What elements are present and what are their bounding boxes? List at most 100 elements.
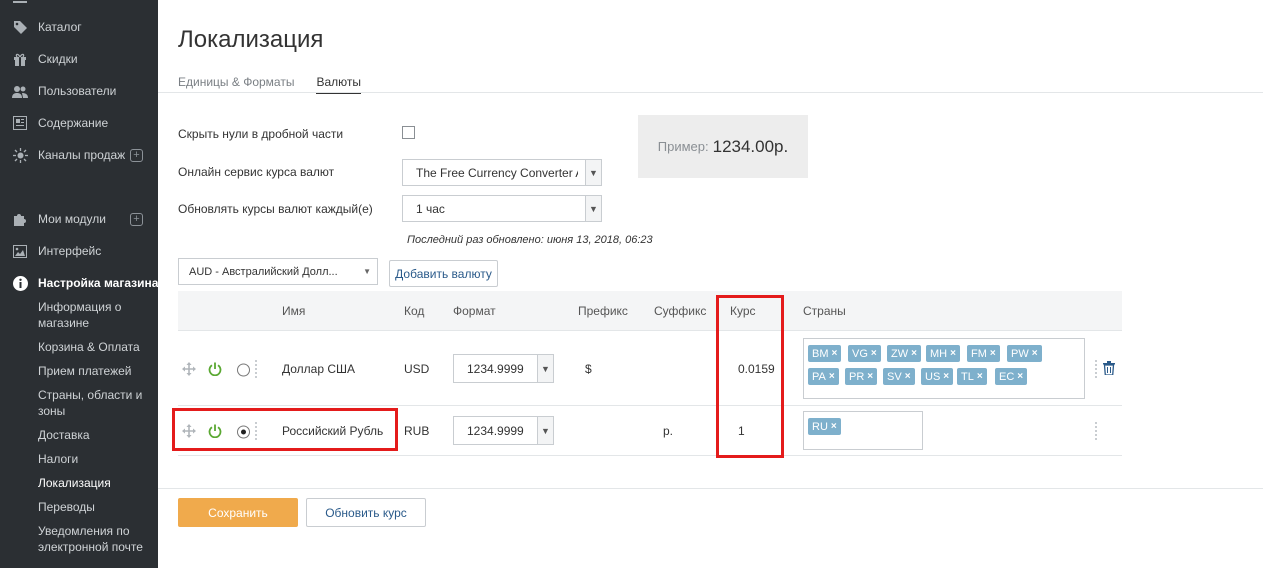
drag-handle-icon[interactable] <box>182 362 196 376</box>
sidebar-subitem-taxes[interactable]: Налоги <box>38 451 150 467</box>
remove-tag-icon: × <box>976 371 983 382</box>
sidebar-item-content[interactable]: Содержание <box>12 113 108 133</box>
remove-tag-icon: × <box>904 371 911 382</box>
format-select[interactable]: 1234.9999 ▼ <box>453 416 554 445</box>
sidebar-item-catalog[interactable]: Каталог <box>12 17 82 37</box>
remove-tag-icon: × <box>911 348 917 359</box>
hide-zeros-checkbox[interactable] <box>402 126 415 139</box>
country-tag[interactable]: TL × <box>957 368 987 385</box>
column-header-countries: Страны <box>803 304 846 318</box>
default-currency-radio[interactable] <box>237 425 250 439</box>
countries-input[interactable]: RU × <box>803 411 923 450</box>
remove-tag-icon: × <box>867 371 874 382</box>
country-tag[interactable]: BM × <box>808 345 842 362</box>
remove-tag-icon: × <box>1017 371 1024 382</box>
sidebar-item-sales-channels[interactable]: Каналы продаж + <box>12 145 143 165</box>
sidebar-subitem-email-notifications[interactable]: Уведомления по электронной почте <box>38 523 150 555</box>
add-module-plus-icon[interactable]: + <box>130 212 143 226</box>
currency-table-header <box>178 291 1122 331</box>
remove-tag-icon: × <box>831 348 838 359</box>
sidebar-item-label: Пользователи <box>38 84 117 98</box>
sidebar-item-users[interactable]: Пользователи <box>12 81 116 101</box>
currency-prefix[interactable]: $ <box>585 362 592 376</box>
main-content: Локализация Единицы & Форматы Валюты Скр… <box>158 0 1263 568</box>
online-service-value: The Free Currency Converter A <box>416 165 578 180</box>
country-tag[interactable]: PR × <box>845 368 878 385</box>
sidebar-item-label: Содержание <box>38 116 109 130</box>
info-icon <box>12 275 28 291</box>
currency-rate[interactable]: 0.0159 <box>738 362 775 376</box>
sidebar-subitem-countries[interactable]: Страны, области и зоны <box>38 387 150 419</box>
currency-rate[interactable]: 1 <box>738 424 745 438</box>
column-header-name: Имя <box>282 304 306 318</box>
column-header-format: Формат <box>453 304 496 318</box>
sidebar-item-label: Каналы продаж <box>38 148 126 162</box>
content-icon <box>12 115 28 131</box>
online-service-select[interactable]: The Free Currency Converter A ▼ <box>402 159 602 186</box>
currency-code: RUB <box>404 424 430 438</box>
sidebar-subitem-payment-acceptance[interactable]: Прием платежей <box>38 363 150 379</box>
countries-input[interactable]: BM × VG × ZW × MH × FM × PW × PA × PR × SV × US × … <box>803 338 1085 399</box>
country-tag[interactable]: FM × <box>967 345 1000 362</box>
sidebar-item-label: Интерфейс <box>38 244 102 258</box>
sidebar-subitem-cart-payment[interactable]: Корзина & Оплата <box>38 339 150 355</box>
column-header-suffix: Суффикс <box>654 304 707 318</box>
caret-down-icon: ▼ <box>363 267 371 276</box>
drag-dots-icon <box>1095 360 1097 378</box>
remove-tag-icon: × <box>870 348 877 359</box>
country-tag[interactable]: MH × <box>926 345 960 362</box>
update-interval-value: 1 час <box>416 201 445 216</box>
country-tag[interactable]: PA × <box>808 368 839 385</box>
country-tag[interactable]: US × <box>921 368 954 385</box>
power-on-icon[interactable] <box>208 424 222 439</box>
currency-suffix[interactable]: р. <box>663 424 673 438</box>
add-currency-select[interactable]: AUD - Австралийский Долл... ▼ <box>178 258 378 285</box>
chevron-down-icon: ▼ <box>585 160 601 185</box>
sidebar-item-store-settings[interactable]: Настройка магазина <box>12 273 158 293</box>
format-select-value: 1234.9999 <box>467 423 524 438</box>
gift-icon <box>12 51 28 67</box>
power-on-icon[interactable] <box>208 362 222 377</box>
country-tag[interactable]: RU × <box>808 418 841 435</box>
users-icon <box>12 83 28 99</box>
country-tag[interactable]: PW × <box>1007 345 1042 362</box>
refresh-rates-button[interactable]: Обновить курс <box>306 498 426 527</box>
remove-tag-icon: × <box>989 348 996 359</box>
country-tag[interactable]: SV × <box>883 368 915 385</box>
sidebar-item-interface[interactable]: Интерфейс <box>12 241 101 261</box>
footer-divider <box>158 488 1263 489</box>
default-currency-radio[interactable] <box>237 363 250 377</box>
remove-tag-icon: × <box>830 421 837 432</box>
format-select[interactable]: 1234.9999 ▼ <box>453 354 554 383</box>
sidebar-subitem-store-info[interactable]: Информация о магазине <box>38 299 150 331</box>
preview-label: Пример: <box>657 139 709 154</box>
sidebar-item-label: Скидки <box>38 52 78 66</box>
chevron-down-icon: ▼ <box>537 355 553 382</box>
preview-value: 1234.00р. <box>712 136 789 156</box>
drag-dots-icon <box>1095 422 1097 440</box>
country-tag[interactable]: ZW × <box>887 345 921 362</box>
sidebar-subitem-shipping[interactable]: Доставка <box>38 427 150 443</box>
drag-handle-icon[interactable] <box>182 424 196 438</box>
save-button[interactable]: Сохранить <box>178 498 298 527</box>
add-channel-plus-icon[interactable]: + <box>130 148 143 162</box>
sidebar-subitem-translations[interactable]: Переводы <box>38 499 150 515</box>
add-currency-button[interactable]: Добавить валюту <box>389 260 498 287</box>
sidebar-subitem-localization[interactable]: Локализация <box>38 475 150 491</box>
sidebar-item-my-modules[interactable]: Мои модули + <box>12 209 143 229</box>
remove-tag-icon: × <box>828 371 835 382</box>
remove-tag-icon: × <box>1031 348 1038 359</box>
currency-code: USD <box>404 362 430 376</box>
country-tag[interactable]: EC × <box>995 368 1028 385</box>
country-tag[interactable]: VG × <box>848 345 881 362</box>
column-header-prefix: Префикс <box>578 304 628 318</box>
currency-name: Российский Рубль <box>282 424 384 438</box>
sidebar-item-label: Мои модули <box>38 212 106 226</box>
tabs-divider <box>158 92 1263 93</box>
currency-name: Доллар США <box>282 362 356 376</box>
trash-icon[interactable] <box>1103 361 1115 376</box>
update-interval-select[interactable]: 1 час ▼ <box>402 195 602 222</box>
menu-icon <box>12 0 28 10</box>
sidebar-item-top[interactable] <box>12 0 38 12</box>
sidebar-item-discounts[interactable]: Скидки <box>12 49 78 69</box>
